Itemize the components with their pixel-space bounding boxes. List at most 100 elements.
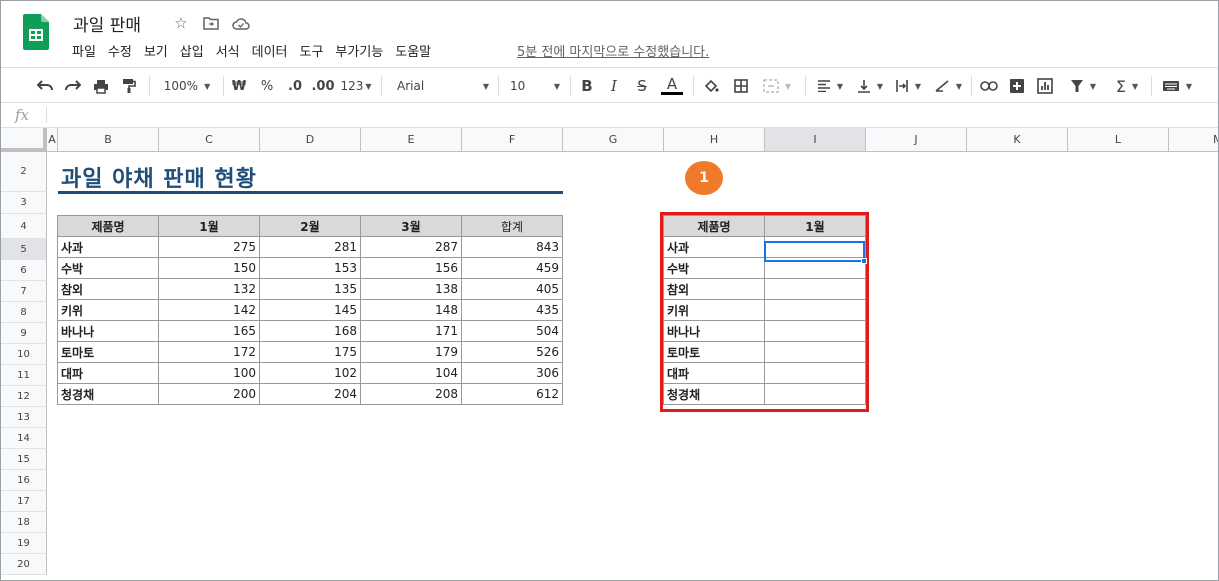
table-header-cell[interactable]: 3월 bbox=[360, 215, 462, 237]
value-cell[interactable]: 104 bbox=[360, 362, 462, 384]
print-icon[interactable] bbox=[91, 76, 111, 96]
total-cell[interactable]: 405 bbox=[461, 278, 563, 300]
value-cell[interactable]: 150 bbox=[158, 257, 260, 279]
product-name-cell[interactable]: 사과 bbox=[57, 236, 159, 258]
strikethrough-button[interactable]: S bbox=[634, 76, 650, 96]
product-name-cell[interactable]: 청경채 bbox=[57, 383, 159, 405]
insert-chart-icon[interactable] bbox=[1035, 76, 1055, 96]
number-format-select[interactable]: 123 ▼ bbox=[340, 76, 372, 96]
value-cell[interactable]: 138 bbox=[360, 278, 462, 300]
value-cell[interactable]: 175 bbox=[259, 341, 361, 363]
vertical-align-icon[interactable]: ▼ bbox=[853, 76, 887, 96]
last-edit-link[interactable]: 5분 전에 마지막으로 수정했습니다. bbox=[517, 41, 709, 60]
value-cell[interactable]: 281 bbox=[259, 236, 361, 258]
value-cell[interactable]: 153 bbox=[259, 257, 361, 279]
decrease-decimal-button[interactable]: .0 bbox=[284, 76, 306, 96]
total-cell[interactable]: 843 bbox=[461, 236, 563, 258]
value-cell[interactable]: 200 bbox=[158, 383, 260, 405]
fill-color-icon[interactable] bbox=[701, 76, 721, 96]
total-cell[interactable]: 306 bbox=[461, 362, 563, 384]
menu-insert[interactable]: 삽입 bbox=[179, 41, 210, 60]
menu-data[interactable]: 데이터 bbox=[251, 41, 294, 60]
row-header[interactable]: 3 bbox=[1, 192, 47, 214]
redo-icon[interactable] bbox=[63, 76, 83, 96]
paint-format-icon[interactable] bbox=[119, 76, 139, 96]
menu-format[interactable]: 서식 bbox=[215, 41, 246, 60]
column-header-active[interactable]: I bbox=[765, 128, 866, 152]
value-cell[interactable]: 102 bbox=[259, 362, 361, 384]
value-cell[interactable]: 168 bbox=[259, 320, 361, 342]
row-header[interactable]: 17 bbox=[1, 491, 47, 512]
input-tools-icon[interactable]: ▼ bbox=[1159, 76, 1195, 96]
table-header-cell[interactable]: 제품명 bbox=[57, 215, 159, 237]
row-header[interactable]: 10 bbox=[1, 344, 47, 365]
bold-button[interactable]: B bbox=[579, 76, 595, 96]
value-cell[interactable]: 275 bbox=[158, 236, 260, 258]
value-cell[interactable]: 204 bbox=[259, 383, 361, 405]
menu-edit[interactable]: 수정 bbox=[107, 41, 138, 60]
product-name-cell[interactable]: 참외 bbox=[57, 278, 159, 300]
move-folder-icon[interactable] bbox=[201, 13, 221, 33]
undo-icon[interactable] bbox=[35, 76, 55, 96]
total-cell[interactable]: 526 bbox=[461, 341, 563, 363]
total-cell[interactable]: 435 bbox=[461, 299, 563, 321]
row-header[interactable]: 8 bbox=[1, 302, 47, 323]
star-icon[interactable]: ☆ bbox=[171, 13, 191, 33]
column-header[interactable]: C bbox=[159, 128, 260, 152]
row-header[interactable]: 2 bbox=[1, 152, 47, 192]
value-cell[interactable]: 156 bbox=[360, 257, 462, 279]
product-name-cell[interactable]: 대파 bbox=[57, 362, 159, 384]
percent-format-button[interactable]: % bbox=[259, 76, 275, 96]
value-cell[interactable]: 145 bbox=[259, 299, 361, 321]
row-header[interactable]: 4 bbox=[1, 214, 47, 239]
increase-decimal-button[interactable]: .00 bbox=[311, 76, 335, 96]
merge-cells-icon[interactable]: ▼ bbox=[759, 76, 795, 96]
filter-icon[interactable]: ▼ bbox=[1065, 76, 1101, 96]
row-header[interactable]: 7 bbox=[1, 281, 47, 302]
row-header[interactable]: 11 bbox=[1, 365, 47, 386]
formula-input[interactable] bbox=[55, 106, 1205, 124]
column-header[interactable]: G bbox=[563, 128, 664, 152]
row-header[interactable]: 20 bbox=[1, 554, 47, 575]
product-name-cell[interactable]: 바나나 bbox=[57, 320, 159, 342]
row-header[interactable]: 9 bbox=[1, 323, 47, 344]
table-header-cell[interactable]: 합계 bbox=[461, 215, 563, 237]
column-header[interactable]: H bbox=[664, 128, 765, 152]
column-header[interactable]: B bbox=[58, 128, 159, 152]
document-title[interactable]: 과일 판매 bbox=[73, 11, 141, 36]
column-header[interactable]: D bbox=[260, 128, 361, 152]
zoom-select[interactable]: 100% ▼ bbox=[159, 76, 215, 96]
value-cell[interactable]: 132 bbox=[158, 278, 260, 300]
table-header-cell[interactable]: 2월 bbox=[259, 215, 361, 237]
total-cell[interactable]: 459 bbox=[461, 257, 563, 279]
value-cell[interactable]: 208 bbox=[360, 383, 462, 405]
row-header[interactable]: 6 bbox=[1, 260, 47, 281]
insert-comment-icon[interactable] bbox=[1007, 76, 1027, 96]
currency-format-button[interactable]: ₩ bbox=[231, 76, 247, 96]
row-header[interactable]: 12 bbox=[1, 386, 47, 407]
italic-button[interactable]: I bbox=[606, 76, 622, 96]
column-header[interactable]: J bbox=[866, 128, 967, 152]
column-header[interactable]: M bbox=[1169, 128, 1218, 152]
product-name-cell[interactable]: 수박 bbox=[57, 257, 159, 279]
row-header[interactable]: 18 bbox=[1, 512, 47, 533]
column-header[interactable]: F bbox=[462, 128, 563, 152]
menu-tools[interactable]: 도구 bbox=[299, 41, 330, 60]
value-cell[interactable]: 172 bbox=[158, 341, 260, 363]
column-header[interactable]: K bbox=[967, 128, 1068, 152]
sheet-grid[interactable]: A B C D E F G H I J K L M 2 3 4 5 6 7 8 … bbox=[1, 128, 1218, 580]
active-cell-selection[interactable] bbox=[764, 241, 865, 262]
value-cell[interactable]: 165 bbox=[158, 320, 260, 342]
value-cell[interactable]: 135 bbox=[259, 278, 361, 300]
menu-file[interactable]: 파일 bbox=[71, 41, 102, 60]
borders-icon[interactable] bbox=[731, 76, 751, 96]
row-header-active[interactable]: 5 bbox=[1, 239, 47, 260]
row-header[interactable]: 13 bbox=[1, 407, 47, 428]
row-header[interactable]: 19 bbox=[1, 533, 47, 554]
cloud-status-icon[interactable] bbox=[231, 13, 251, 33]
column-header[interactable]: A bbox=[47, 128, 58, 152]
sales-table[interactable]: 제품명 1월 2월 3월 합계 사과 275 281 287 843 수박 15… bbox=[57, 215, 563, 405]
font-family-select[interactable]: Arial ▼ bbox=[397, 76, 489, 96]
column-header[interactable]: E bbox=[361, 128, 462, 152]
text-color-button[interactable]: A bbox=[661, 76, 683, 96]
